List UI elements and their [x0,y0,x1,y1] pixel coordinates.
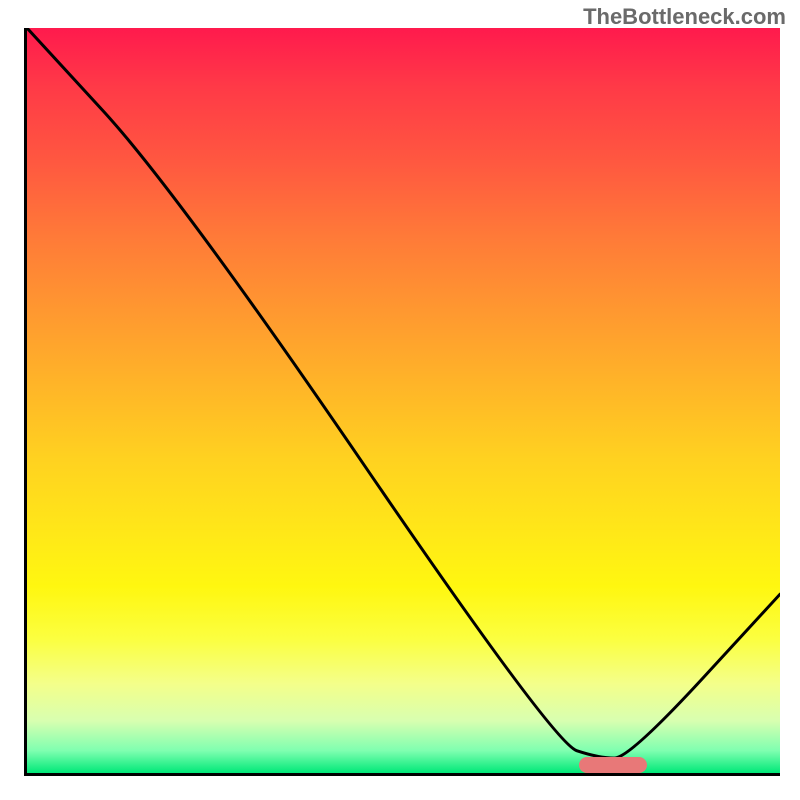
chart-plot-area [24,28,780,776]
bottleneck-curve [27,28,780,773]
optimal-range-marker [579,757,647,773]
watermark-text: TheBottleneck.com [583,4,786,30]
